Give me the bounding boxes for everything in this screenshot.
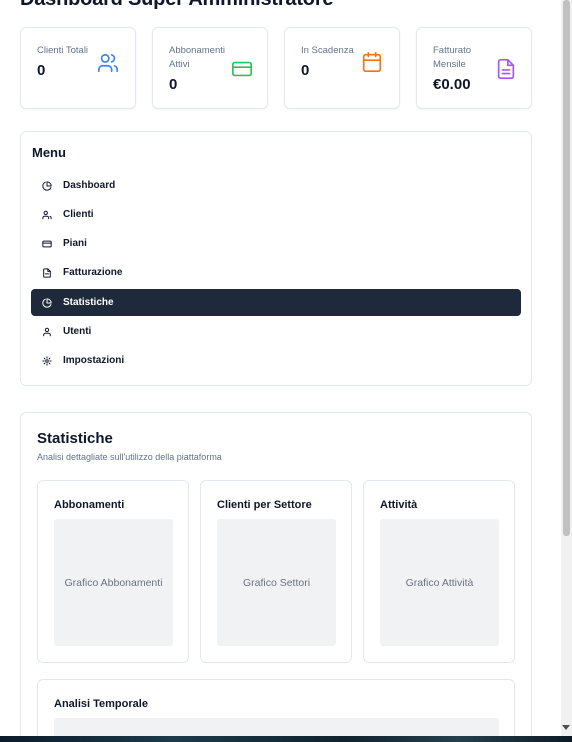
statistics-panel: Statistiche Analisi dettagliate sull'uti… bbox=[20, 412, 532, 742]
stat-label: Fatturato Mensile bbox=[433, 45, 472, 70]
menu-panel: Menu Dashboard Clienti Piani Fatturazion… bbox=[20, 131, 532, 386]
menu-item-impostazioni[interactable]: Impostazioni bbox=[31, 347, 521, 374]
menu-item-dashboard[interactable]: Dashboard bbox=[31, 172, 521, 199]
stat-label: Abbonamenti Attivi bbox=[169, 45, 225, 70]
vertical-scrollbar[interactable] bbox=[561, 0, 572, 736]
users-icon bbox=[98, 53, 118, 73]
pie-chart-icon bbox=[42, 180, 52, 191]
menu-item-clienti[interactable]: Clienti bbox=[31, 201, 521, 228]
pie-chart-icon bbox=[42, 297, 52, 308]
stat-card-fatturato-mensile: Fatturato Mensile €0.00 bbox=[416, 27, 532, 109]
menu-item-piani[interactable]: Piani bbox=[31, 230, 521, 257]
chart-placeholder: Grafico Settori bbox=[217, 519, 336, 646]
chart-card-settori: Clienti per Settore Grafico Settori bbox=[200, 480, 352, 663]
chart-placeholder: Grafico Attività bbox=[380, 519, 499, 646]
menu-item-label: Piani bbox=[63, 238, 87, 249]
stat-label: In Scadenza bbox=[301, 45, 354, 56]
chart-card-attivita: Attività Grafico Attività bbox=[363, 480, 515, 663]
stat-value: 0 bbox=[37, 62, 46, 79]
page-title: Dashboard Super Amministratore bbox=[20, 0, 334, 11]
credit-card-icon bbox=[42, 239, 52, 249]
user-icon bbox=[42, 327, 52, 337]
stat-card-in-scadenza: In Scadenza 0 bbox=[284, 27, 400, 109]
menu-item-label: Fatturazione bbox=[63, 267, 123, 278]
menu-item-label: Utenti bbox=[63, 326, 92, 337]
chart-title: Clienti per Settore bbox=[217, 499, 312, 511]
stat-value: 0 bbox=[169, 76, 178, 93]
stat-card-abbonamenti-attivi: Abbonamenti Attivi 0 bbox=[152, 27, 268, 109]
chart-card-abbonamenti: Abbonamenti Grafico Abbonamenti bbox=[37, 480, 189, 663]
section-subtitle: Analisi dettagliate sull'utilizzo della … bbox=[37, 452, 222, 462]
users-icon bbox=[42, 210, 52, 220]
file-text-icon bbox=[42, 267, 52, 278]
stat-card-clienti-totali: Clienti Totali 0 bbox=[20, 27, 136, 109]
menu-item-label: Dashboard bbox=[63, 180, 116, 191]
menu-item-utenti[interactable]: Utenti bbox=[31, 318, 521, 345]
chart-title: Analisi Temporale bbox=[54, 698, 148, 710]
file-text-icon bbox=[497, 59, 515, 79]
menu-item-statistiche[interactable]: Statistiche bbox=[31, 289, 521, 316]
scrollbar-thumb[interactable] bbox=[563, 0, 570, 536]
chart-placeholder: Grafico Abbonamenti bbox=[54, 519, 173, 646]
menu-item-label: Statistiche bbox=[63, 297, 114, 308]
menu-item-fatturazione[interactable]: Fatturazione bbox=[31, 259, 521, 286]
chart-title: Attività bbox=[380, 499, 418, 511]
stat-value: 0 bbox=[301, 62, 310, 79]
section-title: Statistiche bbox=[37, 430, 113, 447]
chart-title: Abbonamenti bbox=[54, 499, 125, 511]
scroll-down-arrow-icon[interactable] bbox=[562, 725, 570, 730]
stat-label: Clienti Totali bbox=[37, 45, 89, 56]
stat-value: €0.00 bbox=[433, 76, 471, 93]
chart-card-analisi-temporale: Analisi Temporale bbox=[37, 679, 515, 742]
menu-title: Menu bbox=[32, 145, 66, 160]
calendar-icon bbox=[362, 52, 382, 72]
menu-item-label: Clienti bbox=[63, 209, 94, 220]
gear-icon bbox=[42, 355, 52, 366]
taskbar-strip bbox=[0, 736, 572, 742]
menu-item-label: Impostazioni bbox=[63, 355, 125, 366]
credit-card-icon bbox=[232, 61, 252, 77]
